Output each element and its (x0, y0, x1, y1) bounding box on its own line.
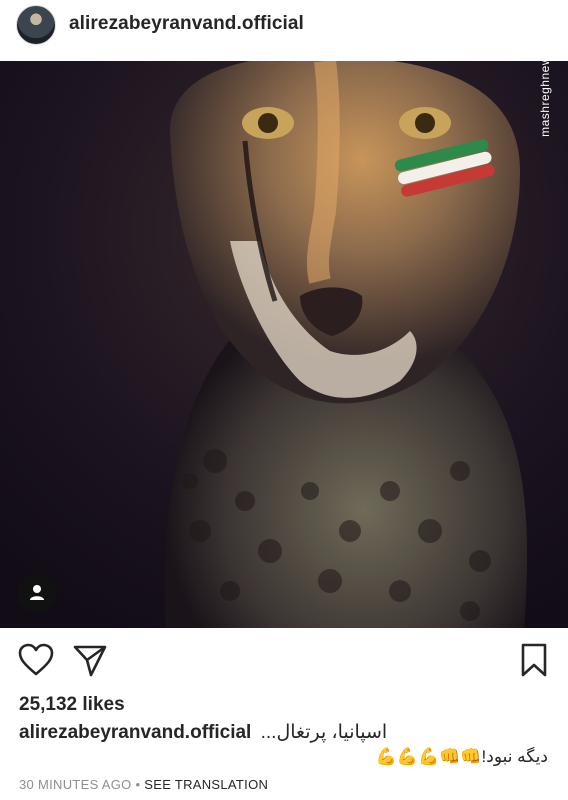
see-translation-link[interactable]: SEE TRANSLATION (144, 777, 268, 792)
meta-separator: • (131, 777, 145, 792)
action-bar (0, 640, 568, 684)
post-meta: 30 MINUTES AGO • SEE TRANSLATION (19, 777, 268, 792)
caption-text: اسپانیا، پرتغال... (260, 722, 388, 743)
timestamp: 30 MINUTES AGO (19, 777, 132, 792)
post-header: alirezabeyranvand.official (0, 0, 568, 58)
bookmark-icon (521, 643, 547, 677)
watermark-site: mashreghnews.ir (538, 38, 552, 137)
post-image[interactable] (0, 61, 568, 628)
caption-username[interactable]: alirezabeyranvand.official (19, 722, 251, 743)
direct-share-icon (73, 645, 107, 677)
user-tag-icon (30, 585, 44, 600)
share-button[interactable] (70, 640, 110, 680)
watermark: مشرق mashreghnews.ir (508, 8, 568, 137)
watermark-logo: مشرق (510, 8, 568, 33)
save-button[interactable] (514, 640, 554, 680)
caption-second-line: دیگه نبود!👊👊💪💪💪 (375, 747, 548, 766)
post-username[interactable]: alirezabeyranvand.official (69, 13, 304, 35)
caption: alirezabeyranvand.official اسپانیا، پرتغ… (19, 721, 559, 744)
cheetah-photo (0, 61, 568, 628)
profile-avatar[interactable] (16, 5, 56, 45)
user-tag-button[interactable] (18, 574, 56, 612)
like-button[interactable] (16, 640, 56, 680)
likes-count[interactable]: 25,132 likes (19, 694, 125, 716)
heart-icon (18, 643, 54, 676)
